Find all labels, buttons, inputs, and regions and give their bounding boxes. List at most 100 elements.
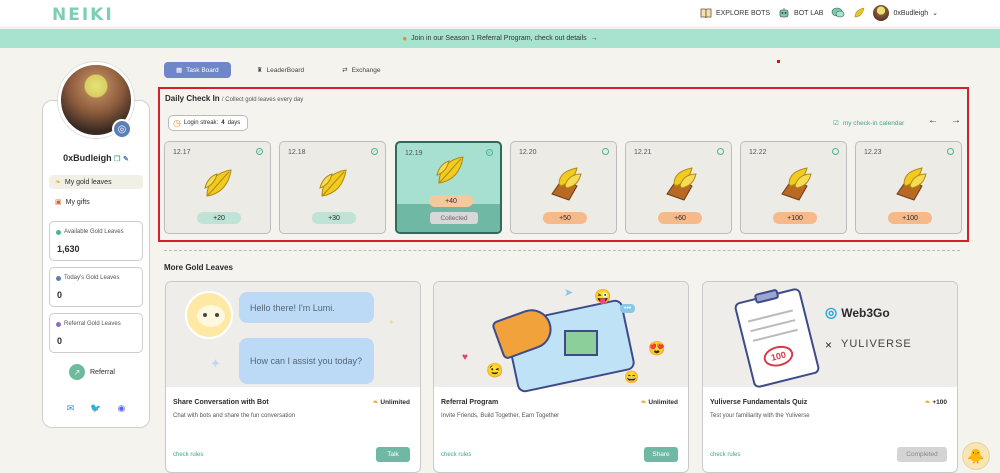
arrow-left-icon[interactable]: ←	[928, 115, 938, 126]
check-in-day-card: 12.22 +100	[740, 141, 847, 234]
login-streak-badge: ◷ Login streak: 4 days	[168, 115, 249, 131]
status-dot	[56, 275, 61, 281]
book-icon	[700, 8, 712, 19]
clipboard-line	[752, 328, 798, 342]
day-date: 12.20	[519, 149, 537, 156]
clipboard-icon: 100	[733, 287, 821, 389]
gold-leaf-icon	[433, 153, 469, 194]
copy-icon[interactable]: ❐	[114, 156, 120, 163]
tab-leaderboard[interactable]: ♜ LeaderBoard	[245, 62, 316, 78]
trophy-icon: ♜	[256, 67, 263, 74]
explore-bots-label: EXPLORE BOTS	[715, 9, 771, 17]
check-in-day-card: 12.20 +50	[510, 141, 617, 234]
lumi-assistant-button[interactable]: 🐥	[962, 442, 990, 470]
talk-button[interactable]: Talk	[376, 447, 410, 462]
tab-exchange[interactable]: ⇄ Exchange	[330, 62, 392, 78]
sparkle-icon: ✦	[388, 318, 395, 327]
bot-lab-link[interactable]: BOT LAB	[778, 7, 823, 19]
emoji-icon: 😄	[624, 370, 639, 384]
arrow-up-right-icon: ↗	[69, 364, 85, 380]
day-points: +100	[773, 212, 817, 224]
circle-icon	[717, 148, 724, 155]
day-date: 12.19	[405, 150, 423, 157]
chevron-down-icon: ⌄	[932, 10, 938, 17]
twitter-icon[interactable]: 🐦	[90, 403, 101, 414]
day-date: 12.17	[173, 149, 191, 156]
user-menu[interactable]: 0xBudleigh ⌄	[873, 5, 938, 21]
emoji-icon: 😍	[648, 340, 666, 356]
available-gold-leaves-value: 1,630	[57, 244, 80, 254]
bot-lab-label: BOT LAB	[794, 9, 824, 17]
edit-icon[interactable]: ✎	[123, 156, 129, 163]
day-date: 12.22	[749, 149, 767, 156]
gold-leaf-icon[interactable]	[853, 7, 865, 19]
gold-leaf-icon: ❧	[924, 399, 931, 406]
lumi-face-icon: 🐥	[967, 447, 985, 464]
chat-bubble-greeting: Hello there! I'm Lumi.	[239, 292, 374, 323]
globe-icon[interactable]: ◎	[112, 119, 132, 139]
times-icon: ×	[825, 338, 833, 352]
check-rules-link[interactable]: check rules	[710, 452, 740, 458]
card-title: Yuliverse Fundamentals Quiz	[710, 399, 808, 406]
card-description: Chat with bots and share the fun convers…	[173, 413, 296, 419]
tab-task-board[interactable]: ▦ Task Board	[164, 62, 231, 78]
app-logo[interactable]: NEIKI	[52, 5, 114, 25]
circle-icon	[832, 148, 839, 155]
day-date: 12.18	[288, 149, 306, 156]
todays-gold-leaves-value: 0	[57, 290, 63, 300]
circle-icon	[947, 148, 954, 155]
reward-badge: ❧ +100	[924, 398, 947, 407]
top-nav: EXPLORE BOTS BOT LAB 0xBudleigh ⌄	[700, 5, 938, 21]
day-date: 12.21	[634, 149, 652, 156]
task-card-share-conversation: Hello there! I'm Lumi. How can I assist …	[165, 281, 421, 473]
my-gold-leaves-link[interactable]: ❧ My gold leaves	[49, 175, 143, 189]
card-description: Invite Friends, Build Together, Earn Tog…	[441, 413, 560, 419]
heart-icon: ♥	[462, 352, 468, 363]
gold-leaf-icon: ❧	[55, 179, 61, 186]
banner-text: Join in our Season 1 Referral Program, c…	[411, 35, 587, 42]
check-in-calendar-link[interactable]: ☑ my check-in calendar	[833, 119, 904, 128]
card-description: Test your familiarity with the Yuliverse	[710, 413, 810, 419]
daily-check-in-panel: Daily Check In / Collect gold leaves eve…	[158, 87, 969, 242]
chat-icon[interactable]	[831, 7, 845, 19]
task-card-yuliverse-quiz: 100 ◎ Web3Go × YULIVERSE Yuliverse Fundam…	[702, 281, 958, 473]
todays-gold-leaves-stat: Today's Gold Leaves 0	[49, 267, 143, 307]
status-dot	[56, 229, 61, 235]
exchange-icon: ⇄	[342, 67, 348, 74]
gold-leaf-icon	[316, 166, 352, 207]
referral-gold-leaves-value: 0	[57, 336, 63, 346]
check-in-title: Daily Check In / Collect gold leaves eve…	[165, 94, 304, 103]
lumi-face	[197, 305, 225, 327]
mail-icon[interactable]: ✉	[67, 403, 75, 414]
sparkle-icon: ✦	[210, 356, 221, 371]
card-title: Referral Program	[441, 399, 499, 406]
referral-button[interactable]: ↗ Referral	[69, 362, 125, 382]
check-in-subtitle: / Collect gold leaves every day	[221, 97, 304, 103]
share-conversation-illustration: Hello there! I'm Lumi. How can I assist …	[166, 282, 420, 387]
flame-icon: ●	[402, 34, 408, 43]
day-points: +20	[197, 212, 241, 224]
calendar-icon: ☑	[833, 120, 839, 127]
discord-icon[interactable]: ◉	[117, 403, 125, 414]
check-rules-link[interactable]: check rules	[441, 452, 471, 458]
quiz-illustration: 100 ◎ Web3Go × YULIVERSE	[703, 282, 957, 389]
profile-sidebar: 0xBudleigh ❐ ✎ ❧ My gold leaves ▣ My gif…	[42, 100, 150, 428]
referral-banner[interactable]: ● Join in our Season 1 Referral Program,…	[0, 29, 1000, 48]
task-card-referral-program: 😜 😍 😉 😄 ♥ ••• ➤ Referral Program Invite …	[433, 281, 689, 473]
share-button[interactable]: Share	[644, 447, 678, 462]
arrow-right-icon[interactable]: →	[951, 115, 961, 126]
check-in-day-card[interactable]: 12.19 ✓ +40 Collected	[395, 141, 502, 234]
section-divider	[164, 250, 960, 251]
explore-bots-link[interactable]: EXPLORE BOTS	[700, 8, 770, 19]
clock-icon: ◷	[173, 117, 181, 128]
check-circle-icon: ✓	[256, 148, 263, 155]
referral-illustration: 😜 😍 😉 😄 ♥ ••• ➤	[434, 282, 688, 394]
day-points: +50	[543, 212, 587, 224]
day-points: +60	[658, 212, 702, 224]
check-in-day-card: 12.23 +100	[855, 141, 962, 234]
chat-bubble-question: How can I assist you today?	[239, 338, 374, 384]
gold-leaf-icon	[201, 166, 237, 207]
check-rules-link[interactable]: check rules	[173, 452, 203, 458]
card-title: Share Conversation with Bot	[173, 399, 269, 406]
my-gifts-link[interactable]: ▣ My gifts	[49, 195, 143, 209]
